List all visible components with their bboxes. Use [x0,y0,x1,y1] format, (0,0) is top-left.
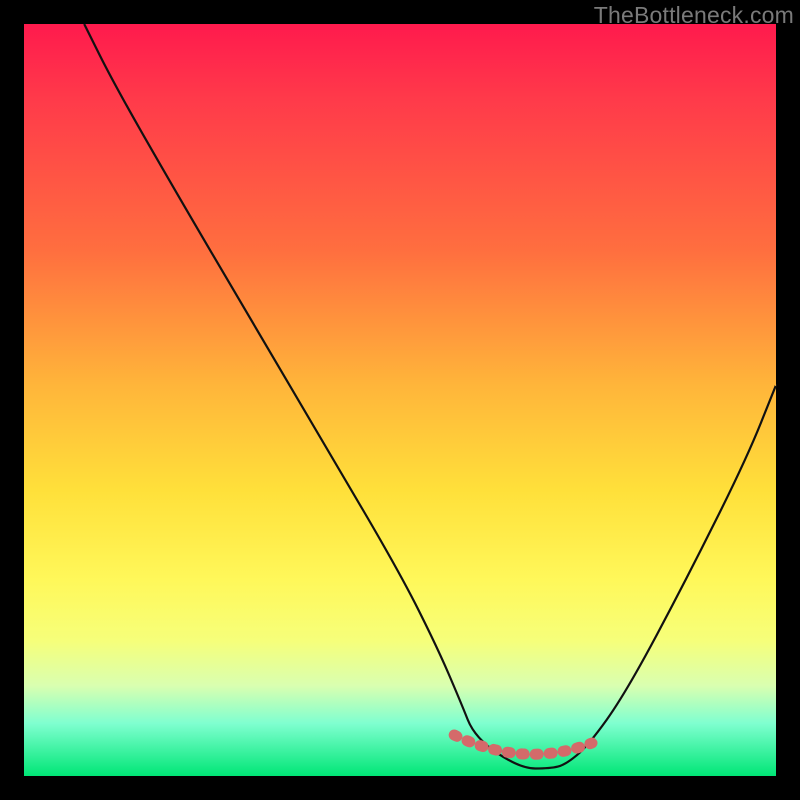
curve-layer [24,24,776,776]
optimal-band-highlight [454,735,592,754]
chart-frame [24,24,776,776]
watermark-text: TheBottleneck.com [594,2,794,29]
bottleneck-curve [84,24,776,769]
plot-area [24,24,776,776]
